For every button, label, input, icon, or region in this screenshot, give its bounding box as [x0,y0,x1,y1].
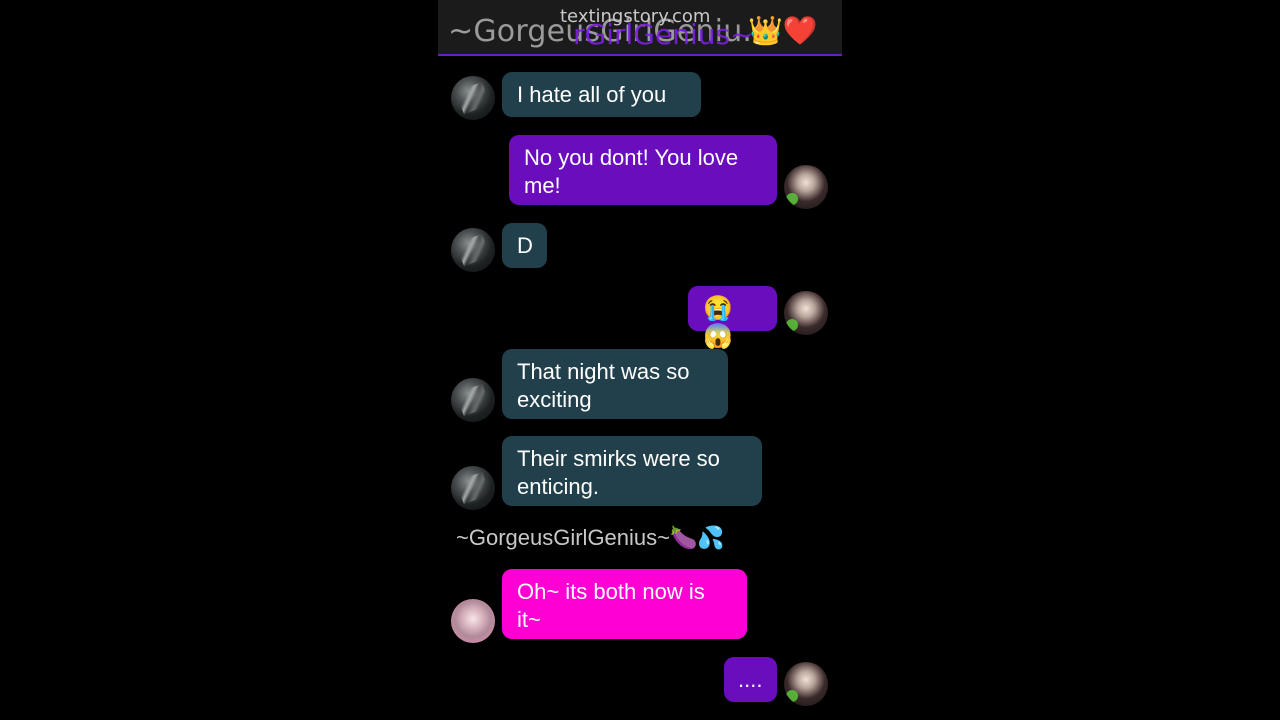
chat-screen: ~GorgeusGirlGeniu... rGirlGenius~ 👑❤️ te… [438,0,842,720]
crown-heart-icon: 👑❤️ [748,14,818,47]
chat-header: ~GorgeusGirlGeniu... rGirlGenius~ 👑❤️ te… [438,0,842,56]
avatar [451,466,495,510]
sender-name-label: ~GorgeusGirlGenius~🍆💦 [456,525,725,550]
avatar [451,228,495,272]
message-text: Their smirks were so enticing. [517,446,720,499]
watermark: textingstory.com [560,6,711,27]
avatar [451,599,495,643]
message-bubble: Oh~ its both now is it~ [502,569,747,639]
message-bubble: No you dont! You love me! [509,135,777,205]
message-text: D [517,233,533,258]
avatar [784,165,828,209]
message-bubble: D [502,223,547,268]
avatar [784,662,828,706]
avatar [451,378,495,422]
message-bubble: 😭😱 [688,286,777,350]
message-bubble: That night was so exciting [502,349,728,419]
message-text: Oh~ its both now is it~ [517,579,705,632]
message-bubble: Their smirks were so enticing. [502,436,762,506]
avatar [451,76,495,120]
message-text: That night was so exciting [517,359,690,412]
message-bubble: .... [724,657,777,702]
message-text: .... [738,667,763,692]
message-text: I hate all of you [517,82,667,107]
message-text: No you dont! You love me! [524,145,739,198]
message-text: 😭😱 [703,295,733,350]
avatar [784,291,828,335]
message-bubble: I hate all of you [502,72,701,117]
